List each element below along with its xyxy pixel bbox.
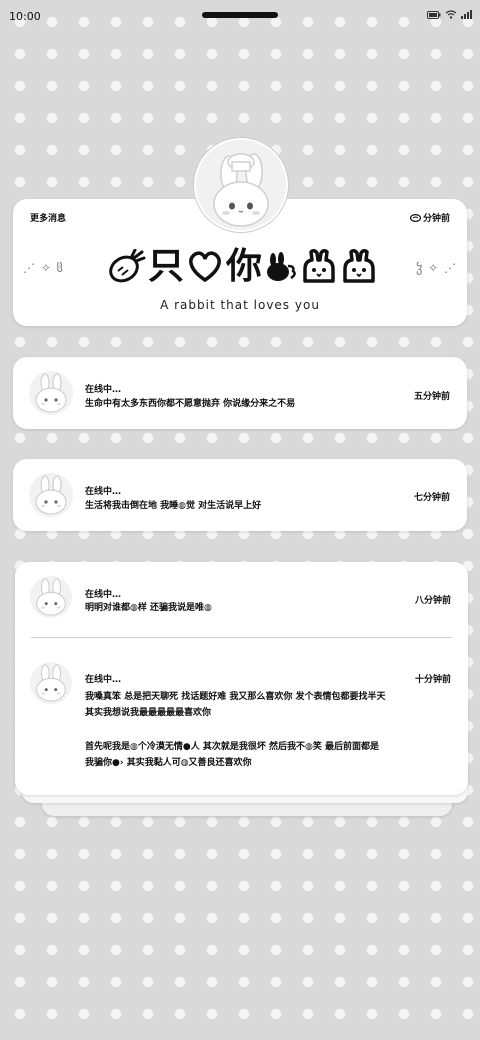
message-status: 在线中… xyxy=(85,675,122,685)
carrot-icon xyxy=(109,249,146,283)
message-card[interactable]: 在线中… 生活将我击倒在地 我睡◍觉 对生活说早上好 七分钟前 xyxy=(13,459,467,531)
message-text: 生命中有太多东西你都不愿意抛弃 你说缘分来之不易 xyxy=(85,399,296,409)
bunny-silhouette-icon xyxy=(267,252,296,281)
bunny-face-icon xyxy=(303,249,335,283)
bunny-avatar xyxy=(29,371,73,415)
bunny-avatar-icon xyxy=(30,662,72,704)
sparkle-deco-left: ⋰ ✧ ჱ xyxy=(23,261,64,275)
message-time: 七分钟前 xyxy=(413,493,450,503)
signal-icon xyxy=(461,10,472,19)
message-status: 在线中… xyxy=(85,385,122,395)
bunny-face-icon xyxy=(343,249,375,283)
title-char-1: 只 xyxy=(147,246,184,287)
bunny-avatar xyxy=(30,662,72,704)
wifi-icon xyxy=(445,10,457,19)
profile-title: 只 你 xyxy=(83,243,403,291)
title-char-2: 你 xyxy=(226,246,263,287)
status-icons xyxy=(427,10,472,19)
bunny-avatar xyxy=(30,576,72,618)
bunny-avatar-icon xyxy=(30,576,72,618)
message-status: 在线中… xyxy=(85,487,122,497)
chef-bunny-avatar-icon xyxy=(196,140,286,230)
profile-time-text: 分钟前 xyxy=(422,214,450,224)
profile-subtitle: A rabbit that loves you xyxy=(160,298,320,312)
heart-icon xyxy=(189,251,221,283)
more-messages-link[interactable]: 更多消息 xyxy=(30,211,66,224)
battery-icon xyxy=(427,10,441,19)
avatar[interactable] xyxy=(194,138,288,232)
message-text: 明明对谁都◍样 还骗我说是唯◍ xyxy=(85,603,212,613)
bunny-avatar xyxy=(29,473,73,517)
sparkle-deco-right: ჴ ✧ ⋰ xyxy=(416,261,457,275)
profile-time: 分钟前 xyxy=(409,211,450,224)
message-time: 五分钟前 xyxy=(413,392,450,402)
bean-icon xyxy=(409,213,421,222)
message-time: 八分钟前 xyxy=(414,596,451,606)
bunny-avatar-icon xyxy=(29,371,73,415)
status-pill xyxy=(202,12,278,18)
status-time: 10:00 xyxy=(9,10,41,23)
message-text-line: 首先呢我是◍个冷漠无情●人 其次就是我很坏 然后我不◍笑 最后前面都是 xyxy=(85,742,379,752)
message-text-line: 我嗓真笨 总是把天聊死 找话题好难 我又那么喜欢你 发个表情包都要找半天 xyxy=(85,692,386,702)
message-status: 在线中… xyxy=(85,590,122,600)
message-text-line: 其实我想说我最最最最最喜欢你 xyxy=(85,708,212,718)
grouped-message-card[interactable]: 在线中… 明明对谁都◍样 还骗我说是唯◍ 八分钟前 在线中… 十分钟前 我嗓真笨… xyxy=(15,562,468,795)
message-text-line: 我骗你●› 其实我黏人可◍又善良还喜欢你 xyxy=(85,758,252,768)
message-time: 十分钟前 xyxy=(414,675,451,685)
status-bar: 10:00 xyxy=(0,0,480,30)
divider xyxy=(31,637,452,638)
bunny-avatar-icon xyxy=(29,473,73,517)
message-card[interactable]: 在线中… 生命中有太多东西你都不愿意抛弃 你说缘分来之不易 五分钟前 xyxy=(13,357,467,429)
message-text: 生活将我击倒在地 我睡◍觉 对生活说早上好 xyxy=(85,501,262,511)
